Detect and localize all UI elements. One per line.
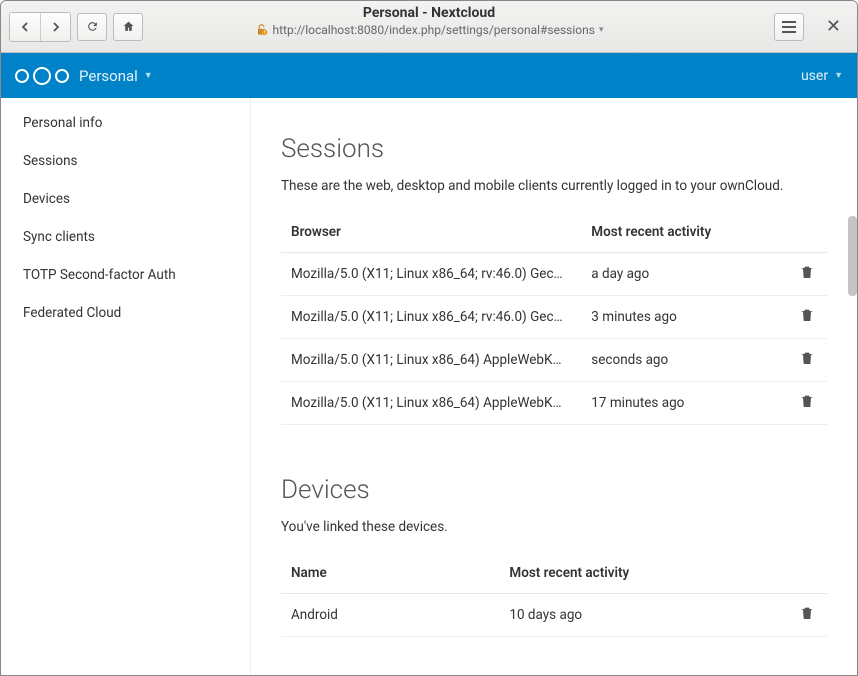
sessions-table: Browser Most recent activity Mozilla/5.0… [281,212,827,425]
sidebar-item-label: Federated Cloud [23,305,121,321]
browser-menu-button[interactable] [774,13,804,41]
trash-icon[interactable] [799,393,815,409]
table-row: Mozilla/5.0 (X11; Linux x86_64; rv:46.0)… [281,253,827,296]
device-name: Android [281,594,499,637]
sidebar-item-label: Sessions [23,153,78,169]
table-row: Mozilla/5.0 (X11; Linux x86_64; rv:46.0)… [281,296,827,339]
session-browser: Mozilla/5.0 (X11; Linux x86_64) AppleWeb… [281,382,581,425]
reload-button[interactable] [77,13,107,41]
session-activity: 3 minutes ago [581,296,787,339]
sessions-heading: Sessions [281,134,827,164]
insecure-lock-icon [255,23,269,37]
session-browser: Mozilla/5.0 (X11; Linux x86_64) AppleWeb… [281,339,581,382]
devices-heading: Devices [281,475,827,505]
sidebar-item-label: Personal info [23,115,102,131]
nextcloud-logo-icon[interactable] [15,67,69,85]
sessions-description: These are the web, desktop and mobile cl… [281,178,827,194]
sidebar-item-devices[interactable]: Devices [1,180,250,218]
browser-toolbar: Personal - Nextcloud http://localhost:80… [1,1,857,53]
nav-button-group [9,12,71,42]
session-activity: seconds ago [581,339,787,382]
app-nav-dropdown[interactable]: Personal ▼ [79,67,153,85]
session-activity: a day ago [581,253,787,296]
col-actions [787,212,827,253]
caret-down-icon: ▼ [834,70,843,81]
app-header: Personal ▼ user ▼ [1,53,857,98]
devices-table: Name Most recent activity Android10 days… [281,553,827,637]
sidebar-item-sync-clients[interactable]: Sync clients [1,218,250,256]
url-text: http://localhost:8080/index.php/settings… [273,23,595,37]
home-button[interactable] [113,13,143,41]
user-menu[interactable]: user ▼ [801,68,843,84]
sidebar-item-totp[interactable]: TOTP Second-factor Auth [1,256,250,294]
col-browser: Browser [281,212,581,253]
col-activity: Most recent activity [499,553,787,594]
page-title: Personal - Nextcloud [255,5,604,21]
table-row: Mozilla/5.0 (X11; Linux x86_64) AppleWeb… [281,339,827,382]
table-row: Android10 days ago [281,594,827,637]
settings-sidebar: Personal info Sessions Devices Sync clie… [1,98,251,675]
sidebar-item-personal-info[interactable]: Personal info [1,104,250,142]
trash-icon[interactable] [799,350,815,366]
back-button[interactable] [10,13,40,41]
sidebar-item-label: Devices [23,191,70,207]
col-actions [787,553,827,594]
caret-down-icon: ▼ [144,70,153,81]
content-area: Sessions These are the web, desktop and … [251,98,857,675]
forward-button[interactable] [40,13,70,41]
sidebar-item-label: Sync clients [23,229,95,245]
device-activity: 10 days ago [499,594,787,637]
app-nav-label: Personal [79,67,138,85]
session-browser: Mozilla/5.0 (X11; Linux x86_64; rv:46.0)… [281,296,581,339]
session-browser: Mozilla/5.0 (X11; Linux x86_64; rv:46.0)… [281,253,581,296]
address-area: Personal - Nextcloud http://localhost:80… [255,5,604,37]
sidebar-item-federated-cloud[interactable]: Federated Cloud [1,294,250,332]
trash-icon[interactable] [799,605,815,621]
session-activity: 17 minutes ago [581,382,787,425]
trash-icon[interactable] [799,307,815,323]
user-label: user [801,68,828,84]
col-name: Name [281,553,499,594]
window-close-button[interactable]: ✕ [818,12,849,41]
scrollbar-thumb[interactable] [848,216,857,296]
sidebar-item-label: TOTP Second-factor Auth [23,267,176,283]
col-activity: Most recent activity [581,212,787,253]
devices-description: You've linked these devices. [281,519,827,535]
trash-icon[interactable] [799,264,815,280]
url-bar[interactable]: http://localhost:8080/index.php/settings… [255,23,604,37]
sidebar-item-sessions[interactable]: Sessions [1,142,250,180]
table-row: Mozilla/5.0 (X11; Linux x86_64) AppleWeb… [281,382,827,425]
dropdown-caret-icon[interactable]: ▾ [599,25,604,35]
